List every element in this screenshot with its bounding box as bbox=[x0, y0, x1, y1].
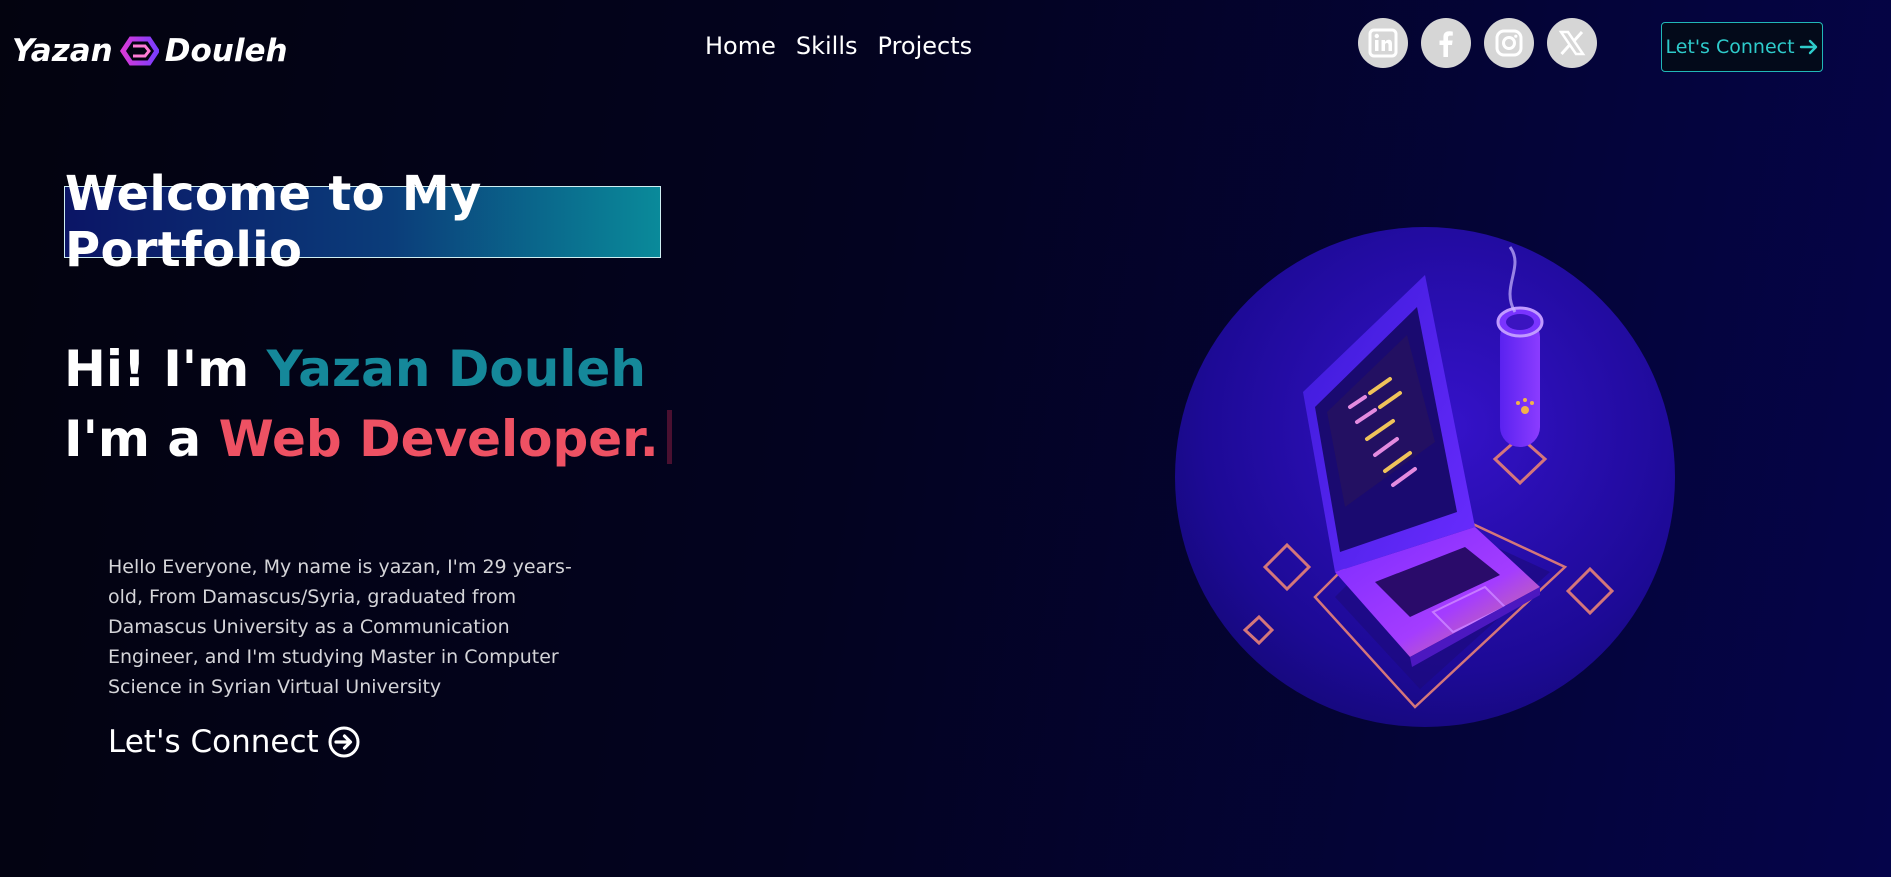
header-connect-button[interactable]: Let's Connect bbox=[1661, 22, 1823, 72]
logo[interactable]: Yazan Douleh bbox=[12, 30, 288, 72]
facebook-icon[interactable] bbox=[1421, 18, 1471, 68]
arrow-right-icon bbox=[1799, 39, 1817, 55]
arrow-circle-right-icon bbox=[328, 726, 360, 758]
typing-caret bbox=[666, 410, 672, 464]
logo-first-name: Yazan bbox=[12, 33, 113, 69]
hexagon-logo-icon bbox=[119, 36, 159, 66]
greeting-line: Hi! I'm Yazan Douleh bbox=[64, 334, 672, 404]
x-icon[interactable] bbox=[1547, 18, 1597, 68]
laptop-illustration bbox=[1175, 227, 1675, 727]
nav-skills[interactable]: Skills bbox=[796, 32, 858, 60]
hero-heading: Hi! I'm Yazan Douleh I'm a Web Developer… bbox=[64, 334, 672, 474]
about-text: Hello Everyone, My name is yazan, I'm 29… bbox=[108, 556, 572, 698]
hero-name: Yazan Douleh bbox=[266, 340, 646, 398]
instagram-icon[interactable] bbox=[1484, 18, 1534, 68]
role-line: I'm a Web Developer. bbox=[64, 404, 672, 474]
logo-last-name: Douleh bbox=[164, 33, 288, 69]
role-prefix: I'm a bbox=[64, 410, 202, 468]
hero-connect-label: Let's Connect bbox=[108, 724, 319, 760]
linkedin-icon[interactable] bbox=[1358, 18, 1408, 68]
hero-connect-button[interactable]: Let's Connect bbox=[108, 724, 361, 760]
welcome-text: Welcome to My Portfolio bbox=[65, 166, 482, 278]
social-links bbox=[1358, 18, 1597, 68]
header-connect-label: Let's Connect bbox=[1665, 36, 1795, 58]
main-nav: Home Skills Projects bbox=[705, 32, 972, 60]
greeting-prefix: Hi! I'm bbox=[64, 340, 250, 398]
nav-home[interactable]: Home bbox=[705, 32, 776, 60]
hero-role: Web Developer. bbox=[218, 410, 659, 468]
nav-projects[interactable]: Projects bbox=[878, 32, 973, 60]
welcome-banner: Welcome to My Portfolio bbox=[64, 166, 661, 278]
